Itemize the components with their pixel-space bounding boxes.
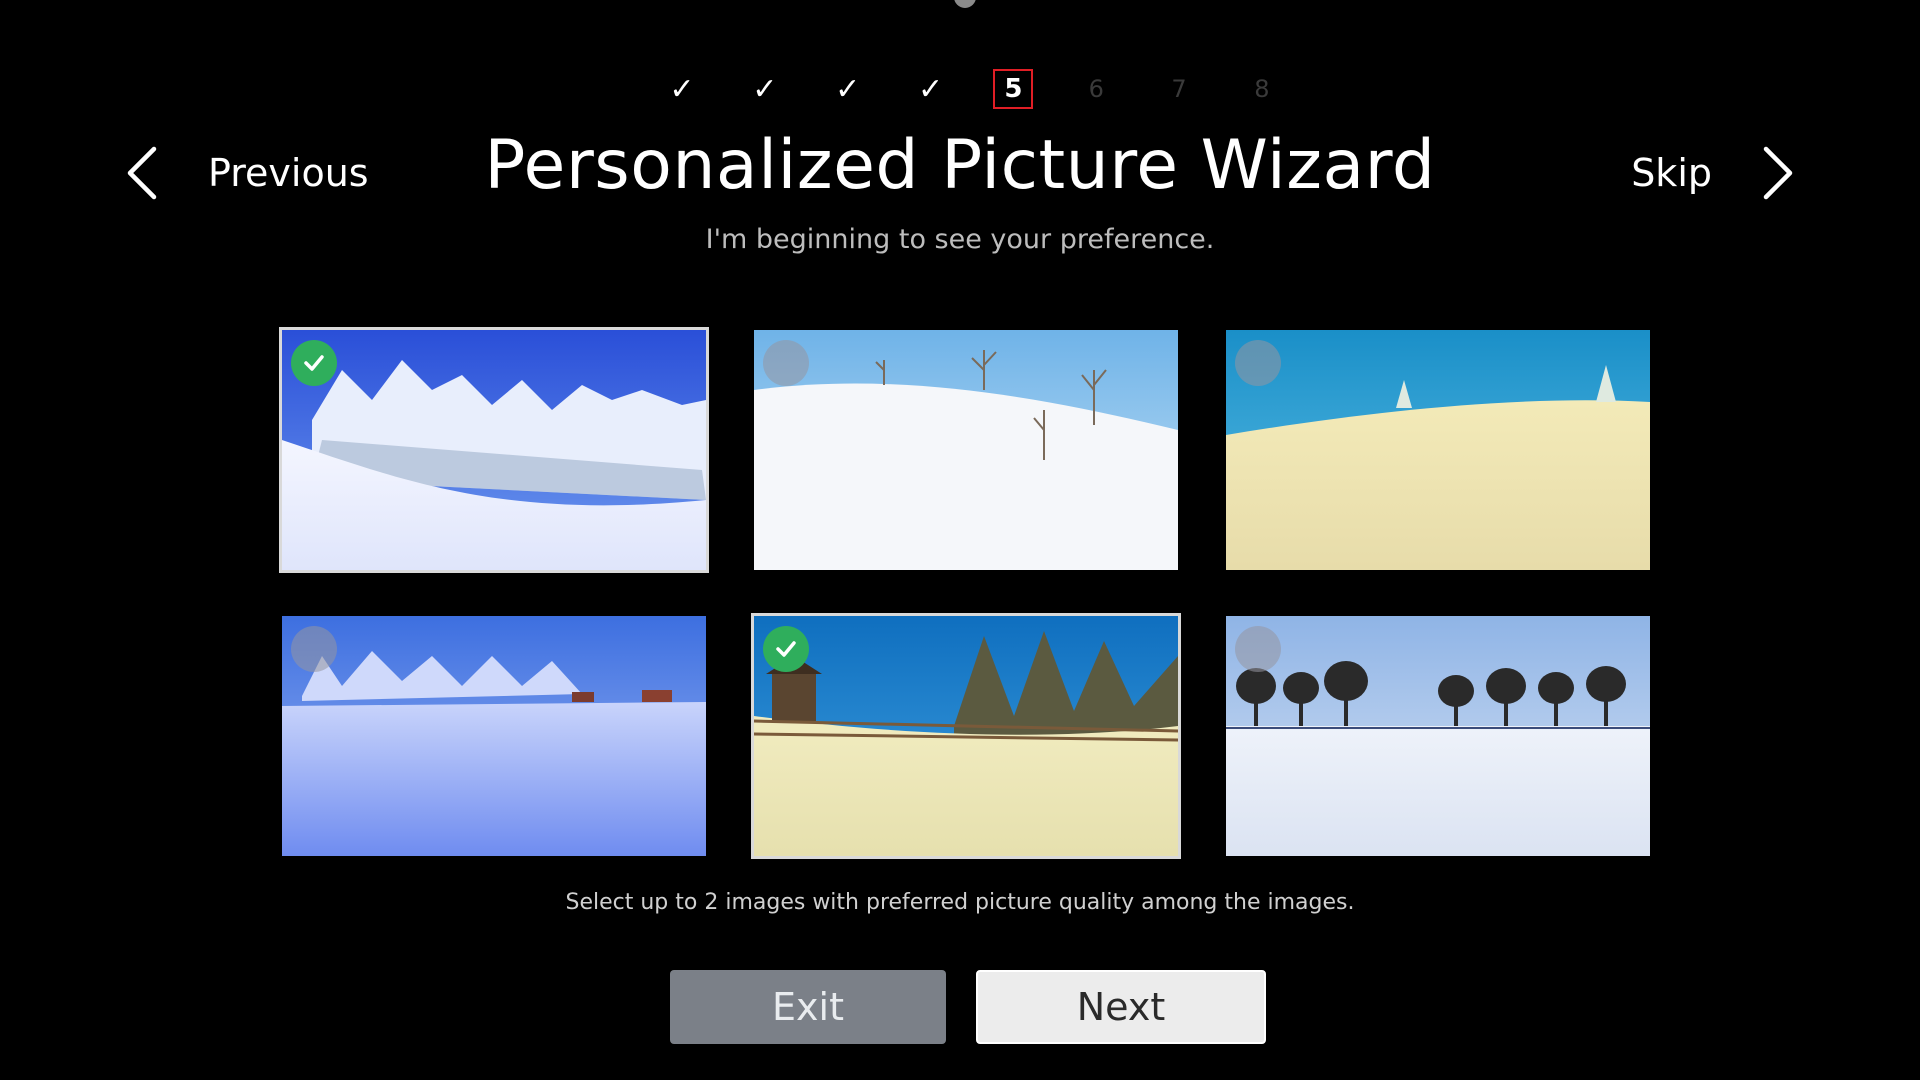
page-subtitle: I'm beginning to see your preference. bbox=[705, 224, 1215, 255]
step-6: 6 bbox=[1088, 75, 1104, 103]
image-option-6[interactable] bbox=[1226, 616, 1650, 856]
image-option-1[interactable] bbox=[279, 327, 709, 573]
image-option-5[interactable] bbox=[751, 613, 1181, 859]
snowy-hill-image bbox=[754, 330, 1178, 570]
next-button[interactable]: Next bbox=[976, 970, 1266, 1044]
unselected-circle-icon bbox=[763, 340, 809, 386]
unselected-circle-icon bbox=[1235, 626, 1281, 672]
unselected-circle-icon bbox=[1235, 340, 1281, 386]
step-4: ✓ bbox=[917, 71, 944, 107]
page-title: Personalized Picture Wizard bbox=[484, 126, 1436, 205]
step-indicator: ✓ ✓ ✓ ✓ 5 6 7 8 bbox=[662, 66, 1282, 112]
tree-row-image bbox=[1226, 616, 1650, 856]
image-grid bbox=[279, 327, 1650, 860]
snow-field-blue-image bbox=[282, 616, 706, 856]
selected-check-icon bbox=[291, 340, 337, 386]
step-8: 8 bbox=[1254, 75, 1270, 103]
image-option-2[interactable] bbox=[754, 330, 1178, 570]
image-option-4[interactable] bbox=[282, 616, 706, 856]
step-7: 7 bbox=[1171, 75, 1187, 103]
step-2: ✓ bbox=[752, 71, 778, 107]
exit-button[interactable]: Exit bbox=[670, 970, 946, 1044]
image-option-3[interactable] bbox=[1226, 330, 1650, 570]
step-3: ✓ bbox=[835, 71, 861, 107]
selected-check-icon bbox=[763, 626, 809, 672]
snowy-hill-warm-image bbox=[1226, 330, 1650, 570]
step-5-current: 5 bbox=[993, 69, 1034, 109]
unselected-circle-icon bbox=[291, 626, 337, 672]
step-1: ✓ bbox=[669, 71, 695, 107]
winter-forest-image bbox=[282, 330, 706, 570]
top-indicator-dot bbox=[954, 0, 976, 8]
fence-hut-image bbox=[754, 616, 1178, 856]
instruction-text: Select up to 2 images with preferred pic… bbox=[565, 890, 1355, 915]
